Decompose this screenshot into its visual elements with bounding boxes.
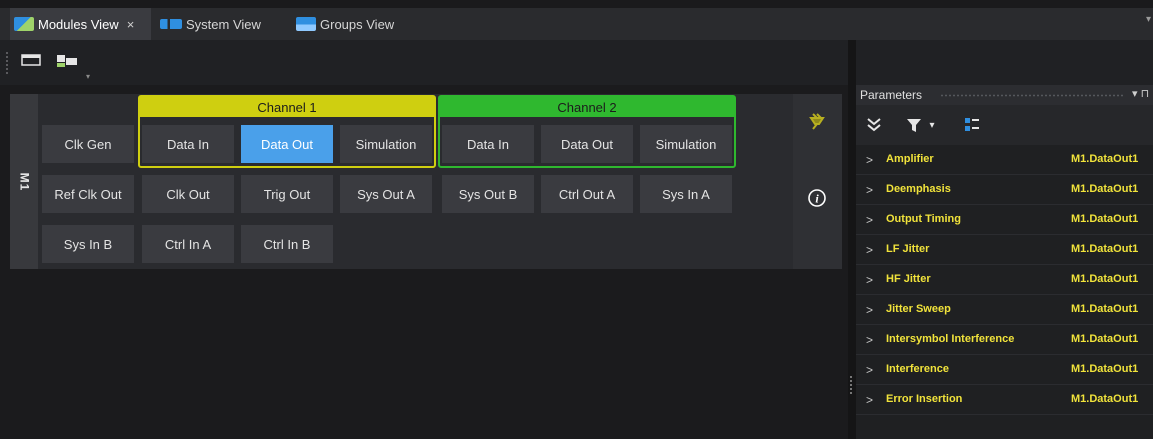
panel-pin-icon[interactable]: ▾ ⊓ [1132,87,1149,100]
ch2-data-out-button[interactable]: Data Out [541,125,633,163]
ch1-data-out-button[interactable]: Data Out [241,125,333,163]
expand-chevron-icon[interactable]: > [866,363,873,377]
param-row-deemphasis[interactable]: > Deemphasis M1.DataOut1 [856,175,1153,205]
param-name: Interference [886,363,949,375]
plug-button[interactable] [807,110,827,130]
window-icon [21,54,41,66]
filter-dropdown-icon[interactable]: ▾ [926,115,938,135]
param-name: LF Jitter [886,243,930,255]
modules-view-icon [14,17,34,31]
parameters-title: Parameters [860,88,923,102]
ctrl-in-b-button[interactable]: Ctrl In B [241,225,333,263]
tab-overflow-chevron-icon[interactable]: ▾ [1146,14,1151,25]
clk-gen-button[interactable]: Clk Gen [42,125,134,163]
param-value: M1.DataOut1 [1071,393,1139,405]
toolbar-more-icon[interactable]: ▾ [86,72,100,81]
ctrl-out-a-button[interactable]: Ctrl Out A [541,175,633,213]
module-side-panel: i [793,94,842,269]
groups-view-icon [296,17,316,31]
plug-icon [809,113,825,130]
clk-out-button[interactable]: Clk Out [142,175,234,213]
ch1-simulation-button[interactable]: Simulation [340,125,432,163]
expand-chevron-icon[interactable]: > [866,213,873,227]
modules-canvas: M1 Clk Gen Channel 1 Data In Data Out Si… [0,85,848,439]
tab-system-view[interactable]: System View [154,8,284,40]
param-name: Error Insertion [886,393,963,405]
ch2-data-in-button[interactable]: Data In [442,125,534,163]
param-value: M1.DataOut1 [1071,273,1139,285]
sys-in-a-button[interactable]: Sys In A [640,175,732,213]
document-tab-bar: Modules View × System View Groups View ▾ [0,0,1153,40]
param-name: Intersymbol Interference [886,333,1015,345]
expand-chevron-icon[interactable]: > [866,183,873,197]
param-row-hf-jitter[interactable]: > HF Jitter M1.DataOut1 [856,265,1153,295]
info-icon: i [808,189,826,207]
group-list-icon [965,118,979,131]
param-value: M1.DataOut1 [1071,213,1139,225]
param-row-interference[interactable]: > Interference M1.DataOut1 [856,355,1153,385]
collapse-all-button[interactable] [864,115,884,135]
tab-close-icon[interactable]: × [127,17,135,32]
param-row-amplifier[interactable]: > Amplifier M1.DataOut1 [856,145,1153,175]
module-m1-label[interactable]: M1 [10,94,38,269]
parameters-header: Parameters ▾ ⊓ [856,85,1153,105]
double-chevron-down-icon [867,118,881,132]
toolbar-grip[interactable] [6,52,10,74]
expand-chevron-icon[interactable]: > [866,243,873,257]
param-row-error-insertion[interactable]: > Error Insertion M1.DataOut1 [856,385,1153,415]
filter-button[interactable] [904,115,924,135]
expand-chevron-icon[interactable]: > [866,333,873,347]
param-row-lf-jitter[interactable]: > LF Jitter M1.DataOut1 [856,235,1153,265]
sys-out-a-button[interactable]: Sys Out A [340,175,432,213]
param-value: M1.DataOut1 [1071,183,1139,195]
param-name: Amplifier [886,153,934,165]
param-value: M1.DataOut1 [1071,333,1139,345]
param-name: Deemphasis [886,183,951,195]
param-name: Jitter Sweep [886,303,951,315]
expand-chevron-icon[interactable]: > [866,153,873,167]
param-name: HF Jitter [886,273,931,285]
group-view-button[interactable] [962,115,982,135]
tab-groups-view[interactable]: Groups View [290,8,424,40]
tab-groups-view-label: Groups View [320,16,395,32]
sys-out-b-button[interactable]: Sys Out B [442,175,534,213]
trig-out-button[interactable]: Trig Out [241,175,333,213]
expand-chevron-icon[interactable]: > [866,273,873,287]
modules-button[interactable] [54,50,80,72]
svg-text:i: i [815,192,819,206]
expand-chevron-icon[interactable]: > [866,303,873,317]
tab-modules-view[interactable]: Modules View × [10,8,151,40]
param-value: M1.DataOut1 [1071,303,1139,315]
module-name: M1 [16,172,31,191]
param-row-output-timing[interactable]: > Output Timing M1.DataOut1 [856,205,1153,235]
window-button[interactable] [18,50,44,72]
sys-in-b-button[interactable]: Sys In B [42,225,134,263]
splitter-grip[interactable] [850,376,854,394]
param-row-intersymbol-interference[interactable]: > Intersymbol Interference M1.DataOut1 [856,325,1153,355]
channel-1-title: Channel 1 [140,97,434,117]
parameters-drag-grip[interactable] [940,94,1124,97]
info-button[interactable]: i [807,188,827,208]
modules-icon [57,55,77,67]
tab-system-view-label: System View [186,16,261,32]
param-value: M1.DataOut1 [1071,243,1139,255]
module-toolbar: ▾ [0,40,1153,85]
param-value: M1.DataOut1 [1071,153,1139,165]
system-view-icon [160,19,182,29]
ch2-simulation-button[interactable]: Simulation [640,125,732,163]
tab-modules-view-label: Modules View [38,16,119,32]
ctrl-in-a-button[interactable]: Ctrl In A [142,225,234,263]
param-value: M1.DataOut1 [1071,363,1139,375]
param-row-jitter-sweep[interactable]: > Jitter Sweep M1.DataOut1 [856,295,1153,325]
parameters-toolbar: ▾ [856,105,1153,145]
ref-clk-out-button[interactable]: Ref Clk Out [42,175,134,213]
channel-2-title: Channel 2 [440,97,734,117]
ch1-data-in-button[interactable]: Data In [142,125,234,163]
parameters-panel: Parameters ▾ ⊓ ▾ > Amplifier M1.DataOut1… [856,85,1153,439]
param-name: Output Timing [886,213,961,225]
expand-chevron-icon[interactable]: > [866,393,873,407]
filter-icon [907,119,921,132]
